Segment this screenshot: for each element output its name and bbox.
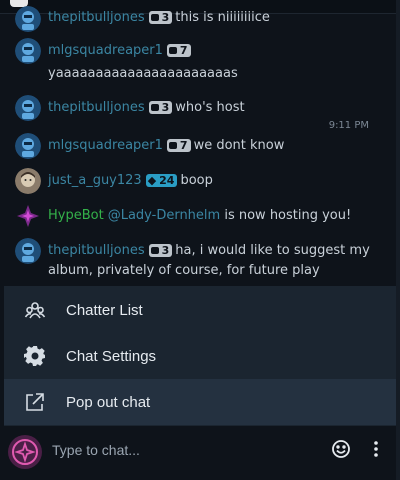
- chat-username[interactable]: thepitbulljones: [48, 10, 145, 25]
- more-options-icon[interactable]: [368, 438, 384, 460]
- hypebot-avatar-icon[interactable]: [17, 205, 39, 227]
- chat-text: we dont know: [193, 138, 285, 153]
- bot-avatar-icon[interactable]: [15, 95, 41, 121]
- menu-item-pop-out-chat[interactable]: Pop out chat: [4, 379, 396, 425]
- bot-avatar-icon[interactable]: [15, 38, 41, 64]
- chat-username[interactable]: thepitbulljones: [48, 100, 145, 115]
- chat-text: who's host: [175, 100, 245, 115]
- chat-text: is now hosting you!: [224, 208, 352, 223]
- chat-input-bar: [0, 426, 400, 480]
- chat-settings-menu: Chatter List Chat Settings Pop out chat: [4, 286, 396, 426]
- sub-badge: 7: [166, 139, 191, 152]
- external-link-icon: [24, 391, 46, 413]
- bits-cheer-button[interactable]: [8, 435, 42, 469]
- sub-badge: 7: [166, 44, 191, 57]
- menu-item-chatter-list[interactable]: Chatter List: [4, 287, 396, 333]
- chat-text: yaaaaaaaaaaaaaaaaaaaaaas: [48, 66, 238, 81]
- chat-username[interactable]: HypeBot: [48, 208, 104, 223]
- sub-badge: 3: [148, 244, 173, 257]
- chat-text: this is niiiiiiiice: [175, 10, 270, 25]
- chat-username[interactable]: mlgsquadreaper1: [48, 43, 163, 58]
- message-timestamp: 9:11 PM: [328, 120, 369, 131]
- chat-username[interactable]: just_a_guy123: [48, 173, 142, 188]
- users-icon: [24, 299, 46, 321]
- mention-link[interactable]: @Lady-Dernhelm: [108, 208, 221, 223]
- menu-label: Chatter List: [66, 301, 143, 319]
- chat-messages: thepitbulljones 3 this is niiiiiiiice mlgs…: [0, 0, 400, 286]
- user-avatar-icon[interactable]: [15, 168, 41, 194]
- sub-badge: ◆ 24: [145, 174, 178, 187]
- window-edge: [396, 0, 400, 480]
- gear-icon: [24, 345, 46, 367]
- chat-username[interactable]: mlgsquadreaper1: [48, 138, 163, 153]
- bot-avatar-icon[interactable]: [15, 133, 41, 159]
- sub-badge: 3: [148, 101, 173, 114]
- chat-text: boop: [180, 173, 213, 188]
- chat-input[interactable]: [52, 438, 312, 462]
- emoji-icon[interactable]: [330, 438, 352, 460]
- sub-badge: 3: [148, 11, 173, 24]
- menu-label: Chat Settings: [66, 347, 157, 365]
- bot-avatar-icon[interactable]: [15, 6, 41, 32]
- chat-username[interactable]: thepitbulljones: [48, 243, 145, 258]
- menu-item-chat-settings[interactable]: Chat Settings: [4, 333, 396, 379]
- menu-label: Pop out chat: [66, 393, 151, 411]
- bot-avatar-icon[interactable]: [15, 238, 41, 264]
